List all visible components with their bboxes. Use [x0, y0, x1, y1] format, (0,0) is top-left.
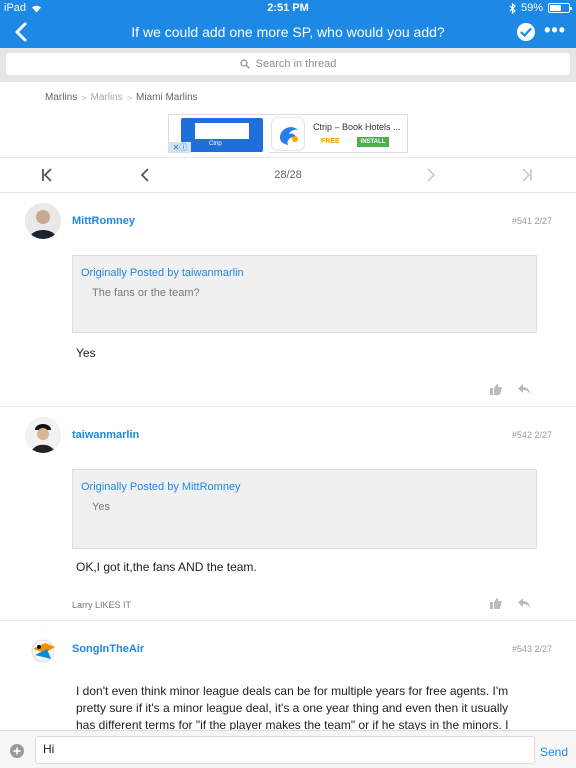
quote-text: Yes	[92, 501, 110, 513]
post-meta: #541 2/27	[512, 216, 552, 226]
ad-close-icon[interactable]: ✕ⓘ	[169, 142, 191, 153]
post-542: taiwanmarlin #542 2/27 Originally Posted…	[0, 407, 576, 621]
chevron-right-icon: >	[126, 92, 132, 103]
post-username[interactable]: SongInTheAir	[72, 643, 144, 655]
avatar[interactable]	[25, 417, 61, 453]
next-page-icon[interactable]	[424, 168, 438, 182]
post-meta: #542 2/27	[512, 430, 552, 440]
post-541: MittRomney #541 2/27 Originally Posted b…	[0, 193, 576, 407]
add-attachment-icon[interactable]	[10, 744, 24, 758]
reply-input[interactable]: Hi	[35, 736, 535, 764]
post-date: 2/27	[534, 216, 552, 226]
ad-price: FREE	[321, 138, 340, 145]
post-username[interactable]: taiwanmarlin	[72, 429, 139, 441]
post-body: OK,I got it,the fans AND the team.	[76, 560, 257, 574]
more-options-icon[interactable]: •••	[544, 20, 566, 41]
post-number[interactable]: #542	[512, 430, 532, 440]
bluetooth-icon	[509, 2, 516, 14]
battery-percent: 59%	[520, 2, 543, 14]
quote-text: The fans or the team?	[92, 287, 200, 299]
search-bar: Search in thread	[0, 48, 576, 82]
subscribe-check-icon[interactable]	[517, 23, 535, 41]
reply-arrow-icon[interactable]	[518, 384, 531, 395]
nav-bar: If we could add one more SP, who would y…	[0, 17, 576, 48]
back-arrow-icon[interactable]	[10, 20, 34, 44]
post-actions	[490, 384, 531, 395]
last-page-icon[interactable]	[520, 168, 534, 182]
post-date: 2/27	[534, 430, 552, 440]
search-placeholder: Search in thread	[255, 58, 337, 70]
search-icon	[240, 59, 250, 69]
post-body: Yes	[76, 346, 96, 360]
reply-arrow-icon[interactable]	[518, 598, 531, 609]
ad-brand: Ctrip	[209, 141, 222, 147]
quote-block: Originally Posted by MittRomney Yes	[72, 469, 537, 549]
quote-author[interactable]: Originally Posted by taiwanmarlin	[81, 267, 244, 279]
search-input[interactable]: Search in thread	[6, 53, 570, 75]
reply-bar: Hi Send	[0, 730, 576, 768]
post-actions	[490, 598, 531, 609]
status-time: 2:51 PM	[267, 2, 309, 14]
likes-text[interactable]: Larry LIKES IT	[72, 600, 131, 610]
breadcrumb-item[interactable]: Marlins	[91, 92, 123, 103]
ad-screenshot: Ctrip ✕ⓘ	[169, 115, 269, 153]
breadcrumb-item[interactable]: Marlins	[45, 92, 77, 103]
quote-block: Originally Posted by taiwanmarlin The fa…	[72, 255, 537, 333]
like-thumb-icon[interactable]	[490, 384, 502, 395]
status-bar: iPad 2:51 PM 59%	[0, 0, 576, 17]
chevron-right-icon: >	[81, 92, 87, 103]
avatar[interactable]	[25, 631, 61, 667]
ad-title: Ctrip – Book Hotels ...	[313, 122, 401, 132]
post-number[interactable]: #541	[512, 216, 532, 226]
breadcrumb: Marlins > Marlins > Miami Marlins	[45, 92, 198, 103]
thread-title: If we could add one more SP, who would y…	[131, 24, 445, 40]
like-thumb-icon[interactable]	[490, 598, 502, 609]
send-button[interactable]: Send	[540, 745, 568, 759]
post-body: I don't even think minor league deals ca…	[76, 684, 509, 730]
ad-install-button[interactable]: INSTALL	[357, 137, 389, 147]
breadcrumb-item[interactable]: Miami Marlins	[136, 92, 198, 103]
ad-banner[interactable]: Ctrip ✕ⓘ Ctrip – Book Hotels ... FREE IN…	[168, 114, 408, 153]
post-number[interactable]: #543	[512, 644, 532, 654]
avatar[interactable]	[25, 203, 61, 239]
post-543: SongInTheAir #543 2/27 I don't even thin…	[0, 621, 576, 730]
post-date: 2/27	[534, 644, 552, 654]
quote-author[interactable]: Originally Posted by MittRomney	[81, 481, 241, 493]
battery-icon	[548, 3, 572, 13]
pagination-bar: 28/28	[0, 157, 576, 193]
ctrip-dolphin-logo-icon	[271, 117, 305, 151]
post-username[interactable]: MittRomney	[72, 215, 135, 227]
post-meta: #543 2/27	[512, 644, 552, 654]
page-indicator[interactable]: 28/28	[0, 169, 576, 181]
ad-phone-screen	[195, 123, 249, 139]
